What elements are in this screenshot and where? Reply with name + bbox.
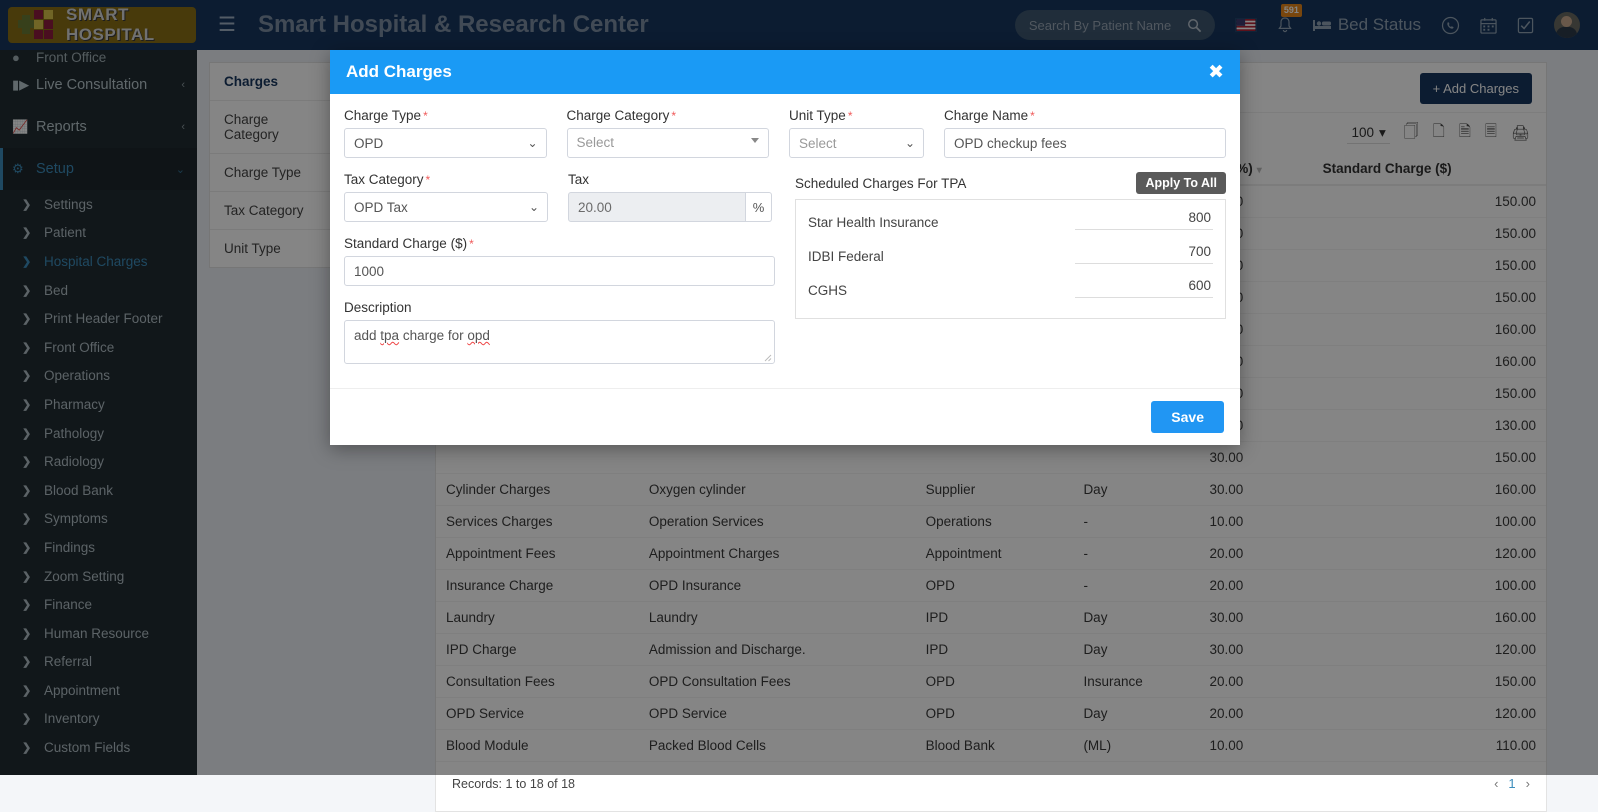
percent-addon: %	[746, 192, 772, 222]
tpa-name: Star Health Insurance	[808, 215, 939, 230]
tpa-amount-input[interactable]	[1075, 210, 1213, 230]
form-row-tax: Tax Category* OPD Tax ⌄ Tax	[344, 172, 775, 236]
standard-charge-input[interactable]	[344, 256, 775, 286]
description-textarea[interactable]: add tpa charge for opd	[344, 320, 775, 364]
modal-title: Add Charges	[346, 62, 452, 82]
required-marker: *	[1030, 109, 1035, 123]
charge-type-select-wrap: OPD ⌄	[344, 128, 547, 158]
close-icon[interactable]: ✖	[1208, 63, 1224, 82]
unit-type-select[interactable]: Select	[789, 128, 924, 158]
field-unit-type: Unit Type* Select ⌄	[789, 108, 924, 158]
modal-footer: Save	[330, 388, 1240, 445]
tax-category-select[interactable]: OPD Tax	[344, 192, 548, 222]
resize-handle-icon[interactable]	[763, 353, 772, 362]
field-tax-category: Tax Category* OPD Tax ⌄	[344, 172, 548, 222]
tpa-amount-input[interactable]	[1075, 244, 1213, 264]
required-marker: *	[671, 109, 676, 123]
label-text: Tax	[568, 172, 589, 187]
tax-input-group: %	[568, 192, 772, 222]
charge-category-select[interactable]: Select	[567, 128, 770, 158]
save-button[interactable]: Save	[1151, 401, 1224, 433]
label-text: Standard Charge ($)	[344, 236, 467, 251]
add-charges-modal: Add Charges ✖ Charge Type* OPD ⌄ Charg	[330, 50, 1240, 445]
field-tax: Tax %	[568, 172, 772, 222]
modal-body: Charge Type* OPD ⌄ Charge Category* Sele…	[330, 94, 1240, 388]
pagination-prev[interactable]: ‹	[1494, 776, 1498, 791]
label-text: Unit Type	[789, 108, 846, 123]
pagination-page-1[interactable]: 1	[1508, 776, 1515, 791]
charge-category-select-wrap: Select	[567, 128, 770, 158]
charge-name-input[interactable]	[944, 128, 1226, 158]
tpa-header: Scheduled Charges For TPA Apply To All	[795, 172, 1226, 194]
modal-header: Add Charges ✖	[330, 50, 1240, 94]
unit-type-label: Unit Type*	[789, 108, 924, 123]
required-marker: *	[423, 109, 428, 123]
tpa-list: Star Health Insurance IDBI Federal CGHS	[795, 199, 1226, 319]
pagination-next[interactable]: ›	[1526, 776, 1530, 791]
description-label: Description	[344, 300, 775, 315]
required-marker: *	[469, 237, 474, 251]
standard-charge-label: Standard Charge ($)*	[344, 236, 775, 251]
tpa-amount-input[interactable]	[1075, 278, 1213, 298]
records-info: Records: 1 to 18 of 18	[452, 777, 575, 791]
required-marker: *	[848, 109, 853, 123]
field-description: Description add tpa charge for opd	[344, 300, 775, 364]
tpa-title: Scheduled Charges For TPA	[795, 176, 966, 191]
label-text: Tax Category	[344, 172, 424, 187]
charge-type-select[interactable]: OPD	[344, 128, 547, 158]
charge-name-label: Charge Name*	[944, 108, 1226, 123]
tpa-row: IDBI Federal	[808, 244, 1213, 264]
field-charge-type: Charge Type* OPD ⌄	[344, 108, 547, 158]
charge-category-label: Charge Category*	[567, 108, 770, 123]
tpa-row: Star Health Insurance	[808, 210, 1213, 230]
charge-type-label: Charge Type*	[344, 108, 547, 123]
label-text: Charge Name	[944, 108, 1028, 123]
unit-type-select-wrap: Select ⌄	[789, 128, 924, 158]
tax-label: Tax	[568, 172, 772, 187]
field-charge-name: Charge Name*	[944, 108, 1226, 158]
description-text: add tpa charge for opd	[354, 328, 490, 343]
form-row-1: Charge Type* OPD ⌄ Charge Category* Sele…	[344, 108, 1226, 172]
form-right-column: Scheduled Charges For TPA Apply To All S…	[795, 172, 1226, 378]
label-text: Charge Type	[344, 108, 421, 123]
tpa-row: CGHS	[808, 278, 1213, 298]
field-standard-charge: Standard Charge ($)*	[344, 236, 775, 286]
form-left-column: Tax Category* OPD Tax ⌄ Tax	[344, 172, 775, 378]
required-marker: *	[426, 173, 431, 187]
tpa-name: CGHS	[808, 283, 847, 298]
pagination: ‹ 1 ›	[1494, 776, 1530, 791]
form-row-2: Tax Category* OPD Tax ⌄ Tax	[344, 172, 1226, 378]
tpa-name: IDBI Federal	[808, 249, 884, 264]
tax-category-select-wrap: OPD Tax ⌄	[344, 192, 548, 222]
tax-input[interactable]	[568, 192, 746, 222]
apply-to-all-button[interactable]: Apply To All	[1136, 172, 1226, 194]
tax-category-label: Tax Category*	[344, 172, 548, 187]
label-text: Charge Category	[567, 108, 670, 123]
field-charge-category: Charge Category* Select	[567, 108, 770, 158]
